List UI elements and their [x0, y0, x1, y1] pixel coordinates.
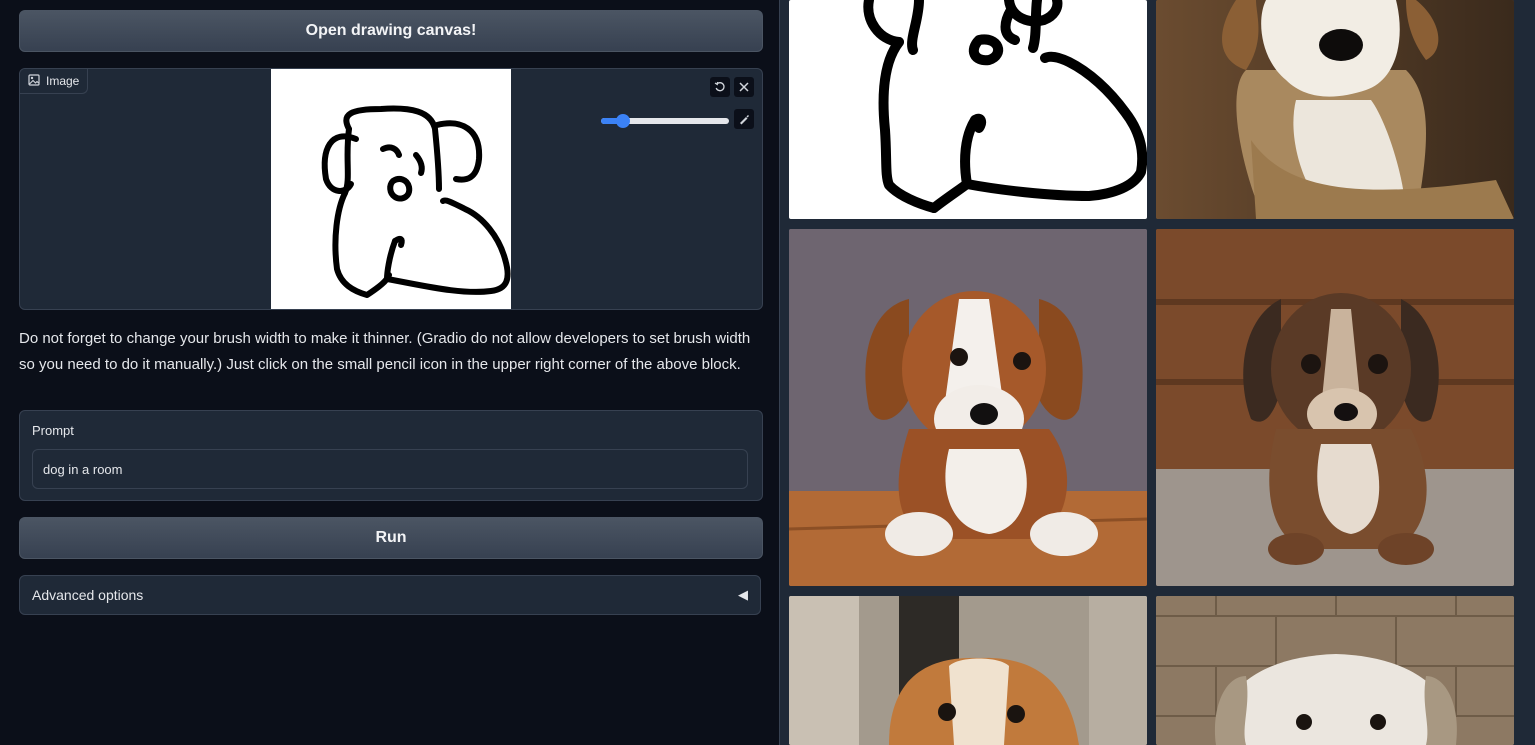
- collapse-arrow-icon: ◀: [738, 587, 748, 602]
- close-icon[interactable]: [734, 77, 754, 97]
- prompt-input[interactable]: [32, 449, 748, 489]
- prompt-block: Prompt: [19, 410, 763, 501]
- advanced-options-accordion[interactable]: Advanced options ◀: [19, 575, 761, 615]
- gallery-image-dog-4[interactable]: [1156, 596, 1514, 745]
- gallery-image-dog-chair[interactable]: [1156, 0, 1514, 219]
- image-label-text: Image: [46, 74, 80, 88]
- left-panel: Open drawing canvas! Image Do not forget…: [19, 0, 763, 745]
- output-gallery: [779, 0, 1535, 745]
- advanced-options-label: Advanced options: [32, 587, 144, 603]
- run-button[interactable]: Run: [19, 517, 763, 559]
- gallery-image-dog-3[interactable]: [789, 596, 1147, 745]
- brush-icon[interactable]: [734, 109, 754, 129]
- gallery-image-puppy-1[interactable]: [789, 229, 1147, 586]
- gallery-image-sketch[interactable]: [789, 0, 1147, 219]
- dog-sketch: [321, 105, 511, 298]
- brush-width-slider[interactable]: [601, 114, 729, 128]
- brush-width-note: Do not forget to change your brush width…: [19, 330, 751, 373]
- image-canvas-block: Image: [19, 68, 763, 310]
- gallery-image-puppy-2[interactable]: [1156, 229, 1514, 586]
- undo-icon[interactable]: [710, 77, 730, 97]
- image-block-label: Image: [20, 69, 89, 94]
- open-drawing-canvas-button[interactable]: Open drawing canvas!: [19, 10, 763, 52]
- prompt-label: Prompt: [32, 423, 74, 438]
- slider-thumb[interactable]: [615, 114, 630, 128]
- image-icon: [28, 73, 40, 89]
- sketch-canvas[interactable]: [271, 69, 511, 309]
